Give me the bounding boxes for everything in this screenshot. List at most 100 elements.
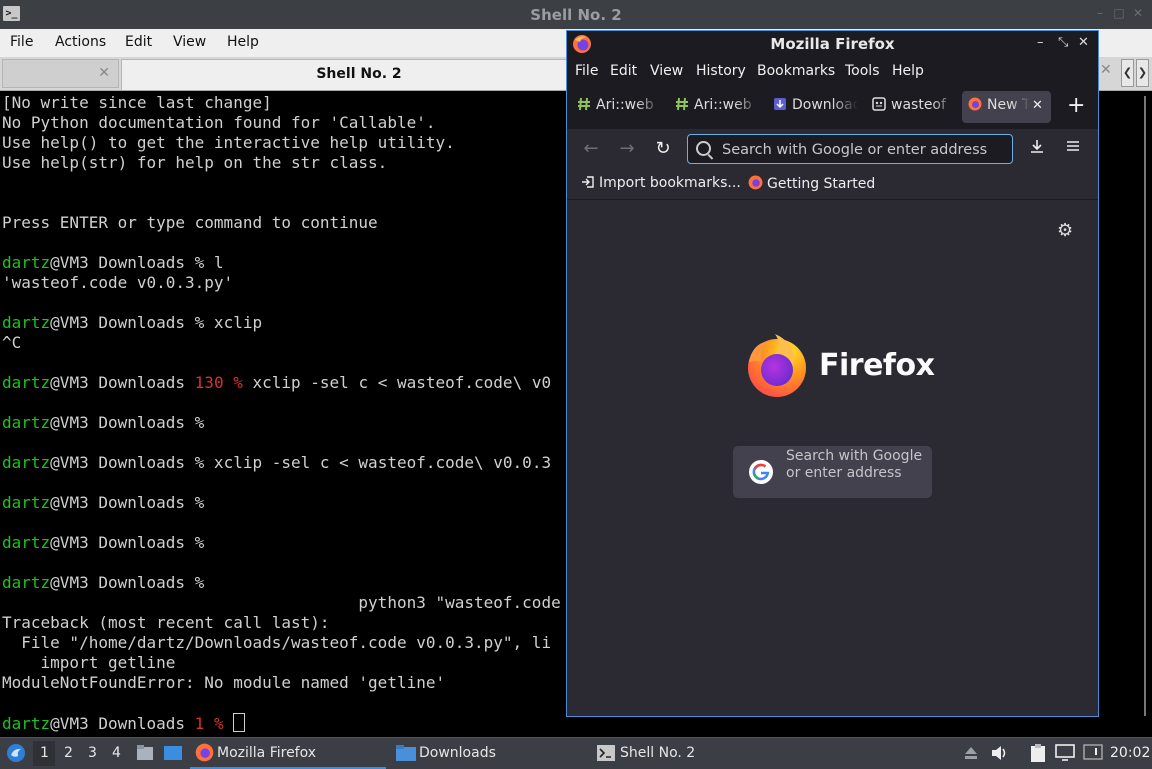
network-icon[interactable] xyxy=(1083,744,1103,762)
ff-tab-newtab-active[interactable]: New Tab ✕ xyxy=(962,91,1051,123)
ff-menu-file[interactable]: File xyxy=(575,63,598,79)
start-menu-icon[interactable] xyxy=(6,743,26,763)
terminal-scrollbar[interactable] xyxy=(1144,96,1146,716)
terminal-text: @VM3 Downloads % xyxy=(50,573,205,592)
task-firefox[interactable]: Mozilla Firefox xyxy=(190,738,386,769)
volume-icon[interactable] xyxy=(990,744,1010,762)
tab-scroll-right-icon[interactable]: ❯ xyxy=(1136,59,1149,87)
menu-actions[interactable]: Actions xyxy=(55,34,106,50)
display-icon[interactable] xyxy=(1055,744,1075,762)
terminal-line: import getline xyxy=(2,653,561,673)
menu-help[interactable]: Help xyxy=(227,34,259,50)
newtab-page: ⚙ Firefox Search with Google or enter ad… xyxy=(567,200,1098,716)
ff-menu-history[interactable]: History xyxy=(696,63,746,79)
restore-icon[interactable]: ⤡ xyxy=(1058,35,1068,50)
ff-tab-label: Download xyxy=(792,97,858,113)
terminal-text: Use help(str) for help on the str class. xyxy=(2,153,388,172)
ff-tab-downloads[interactable]: Download xyxy=(773,97,858,127)
minimize-icon[interactable]: – xyxy=(1037,35,1044,50)
firefox-titlebar[interactable]: Mozilla Firefox – ⤡ ✕ xyxy=(567,31,1098,57)
ff-menu-bookmarks[interactable]: Bookmarks xyxy=(757,63,835,79)
downloads-icon[interactable] xyxy=(1025,137,1049,161)
terminal-text: dartz xyxy=(2,373,51,392)
terminal-lines: [No write since last change] No Python do… xyxy=(2,93,561,733)
terminal-line: dartz@VM3 Downloads % xyxy=(2,413,561,433)
task-shell[interactable]: Shell No. 2 xyxy=(594,738,784,769)
terminal-text: python3 "wasteof.code xyxy=(2,593,561,612)
tab-scroll-left-icon[interactable]: ❮ xyxy=(1121,59,1134,87)
terminal-line: dartz@VM3 Downloads % xyxy=(2,573,561,593)
terminal-line: Use help(str) for help on the str class. xyxy=(2,153,561,173)
terminal-text: dartz xyxy=(2,253,51,272)
terminal-line: python3 "wasteof.code xyxy=(2,593,561,613)
firefox-window: Mozilla Firefox – ⤡ ✕ File Edit View His… xyxy=(566,30,1099,717)
menu-file[interactable]: File xyxy=(10,34,33,50)
forward-arrow-icon[interactable]: → xyxy=(615,137,639,161)
newtab-search-box[interactable]: Search with Google or enter address xyxy=(733,446,932,498)
back-arrow-icon[interactable]: ← xyxy=(579,137,603,161)
clipboard-icon[interactable] xyxy=(1028,743,1048,763)
workspace-1[interactable]: 1 xyxy=(40,745,49,761)
minimize-icon[interactable]: – xyxy=(1094,7,1106,19)
terminal-text: @VM3 Downloads xyxy=(50,373,195,392)
menu-edit[interactable]: Edit xyxy=(125,34,152,50)
tab-close-icon[interactable]: ✕ xyxy=(1100,62,1112,78)
ff-tab-ari-2[interactable]: Ari::web xyxy=(675,97,760,127)
reload-icon[interactable]: ↻ xyxy=(651,137,675,161)
eject-icon[interactable] xyxy=(962,744,980,762)
ff-menu-view[interactable]: View xyxy=(650,63,683,79)
terminal-titlebar[interactable]: >_ Shell No. 2 – □ ✕ xyxy=(0,0,1152,29)
workspace-3[interactable]: 3 xyxy=(88,745,97,761)
workspace-2[interactable]: 2 xyxy=(64,745,73,761)
clock: 20:02 xyxy=(1110,745,1151,761)
ff-menu-edit[interactable]: Edit xyxy=(610,63,637,79)
terminal-text: xclip -sel c < wasteof.code\ v0 xyxy=(242,373,552,392)
close-icon[interactable]: ✕ xyxy=(1078,35,1089,50)
tab-close-icon[interactable]: ✕ xyxy=(98,65,110,81)
ff-tab-label: Ari::web xyxy=(694,97,752,113)
terminal-line: dartz@VM3 Downloads % xyxy=(2,493,561,513)
terminal-text: dartz xyxy=(2,714,51,733)
address-input[interactable] xyxy=(720,138,1004,162)
ff-menu-help[interactable]: Help xyxy=(892,63,924,79)
terminal-tab-active[interactable]: Shell No. 2 xyxy=(121,59,597,90)
google-icon xyxy=(749,460,773,484)
gear-icon[interactable]: ⚙ xyxy=(1057,222,1075,240)
show-desktop-icon[interactable] xyxy=(163,744,183,762)
bookmark-getting-started[interactable]: Getting Started xyxy=(748,175,875,192)
ff-tab-ari-1[interactable]: Ari::web xyxy=(577,97,662,127)
close-icon[interactable]: ✕ xyxy=(1132,7,1144,19)
firefox-title: Mozilla Firefox xyxy=(770,35,895,53)
file-manager-launcher-icon[interactable] xyxy=(136,744,154,762)
hamburger-menu-icon[interactable] xyxy=(1061,137,1085,161)
address-bar[interactable] xyxy=(687,134,1013,164)
menu-view[interactable]: View xyxy=(173,34,206,50)
terminal-line: dartz@VM3 Downloads 130 % xclip -sel c <… xyxy=(2,373,561,393)
bookmarks-toolbar: Import bookmarks... Getting Started xyxy=(567,169,1098,200)
ff-menu-tools[interactable]: Tools xyxy=(845,63,880,79)
terminal-tab-inactive[interactable]: ✕ xyxy=(2,59,119,88)
bookmark-label: Getting Started xyxy=(767,176,876,192)
terminal-line: dartz@VM3 Downloads 1 % xyxy=(2,713,561,733)
terminal-line: ModuleNotFoundError: No module named 'ge… xyxy=(2,673,561,693)
maximize-icon[interactable]: □ xyxy=(1113,7,1125,19)
terminal-line: dartz@VM3 Downloads % xyxy=(2,533,561,553)
terminal-text: dartz xyxy=(2,533,51,552)
workspace-4[interactable]: 4 xyxy=(112,745,121,761)
bookmark-import[interactable]: Import bookmarks... xyxy=(581,175,741,191)
terminal-text: 'wasteof.code v0.0.3.py' xyxy=(2,273,234,292)
new-tab-plus-icon[interactable]: + xyxy=(1067,95,1085,117)
ff-tab-wasteof[interactable]: wasteof xyxy=(872,97,957,127)
tab-close-icon[interactable]: ✕ xyxy=(1032,98,1043,113)
terminal-text: Traceback (most recent call last): xyxy=(2,613,330,632)
task-label: Shell No. 2 xyxy=(620,745,696,761)
terminal-line: dartz@VM3 Downloads % xclip xyxy=(2,313,561,333)
task-downloads[interactable]: Downloads xyxy=(392,738,582,769)
